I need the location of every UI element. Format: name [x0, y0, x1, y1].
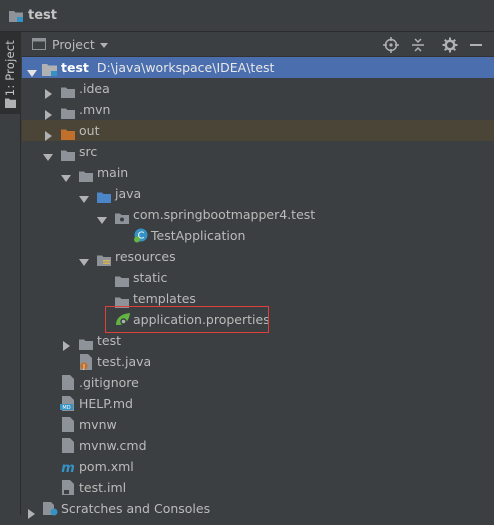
tree-row-mvn[interactable]: .mvn	[22, 99, 494, 120]
hide-icon[interactable]	[469, 39, 483, 54]
tree-label: test D:\java\workspace\IDEA\test	[61, 60, 275, 75]
tree-label: resources	[115, 249, 176, 264]
tree-label: static	[133, 270, 168, 285]
tree-row-static[interactable]: static	[22, 267, 494, 288]
tree-row-mvnw-cmd[interactable]: mvnw.cmd	[22, 435, 494, 456]
tree-label: test.java	[97, 354, 152, 369]
tree-label: out	[79, 123, 100, 138]
tree-row-testapplication[interactable]: C TestApplication	[22, 225, 494, 246]
tree-row-templates[interactable]: templates	[22, 288, 494, 309]
project-tool-tab-label: 1: Project	[3, 40, 17, 97]
tree-label: com.springbootmapper4.test	[133, 207, 316, 222]
tree-label: src	[79, 144, 98, 159]
tree-row-java[interactable]: java	[22, 183, 494, 204]
tree-label: .idea	[79, 81, 110, 96]
tree-label: TestApplication	[151, 228, 246, 243]
tree-label: mvnw.cmd	[79, 438, 147, 453]
tree-label: pom.xml	[79, 459, 134, 474]
svg-text:m: m	[61, 461, 75, 474]
chevron-down-icon[interactable]	[99, 38, 109, 53]
root-path: D:\java\workspace\IDEA\test	[96, 60, 275, 75]
window-title: test	[28, 8, 57, 23]
project-view-icon	[32, 38, 46, 53]
tree-label: .mvn	[79, 102, 111, 117]
tree-row-test-java[interactable]: J test.java	[22, 351, 494, 372]
collapse-all-icon[interactable]	[410, 37, 426, 56]
tree-row-mvnw[interactable]: mvnw	[22, 414, 494, 435]
project-tree: test D:\java\workspace\IDEA\test .idea .m…	[22, 57, 494, 519]
window-title-bar: test	[0, 0, 494, 32]
tool-window-strip: 1: Project	[0, 32, 21, 515]
tree-label: test	[97, 333, 122, 348]
tree-label: .gitignore	[79, 375, 139, 390]
tree-row-scratches[interactable]: Scratches and Consoles	[22, 498, 494, 519]
tree-label: templates	[133, 291, 196, 306]
svg-text:MD: MD	[62, 405, 70, 411]
tree-row-help-md[interactable]: MD HELP.md	[22, 393, 494, 414]
tree-label: test.iml	[79, 480, 127, 495]
tree-row-out[interactable]: out	[22, 120, 494, 141]
tree-row-gitignore[interactable]: .gitignore	[22, 372, 494, 393]
tree-row-test-iml[interactable]: test.iml	[22, 477, 494, 498]
folder-icon	[5, 96, 16, 111]
project-tool-tab[interactable]: 1: Project	[0, 32, 21, 114]
settings-icon[interactable]	[442, 37, 458, 56]
tree-label: mvnw	[79, 417, 117, 432]
tree-row-test-folder[interactable]: test	[22, 330, 494, 351]
tree-row-package[interactable]: com.springbootmapper4.test	[22, 204, 494, 225]
tree-row-main[interactable]: main	[22, 162, 494, 183]
project-panel-header: Project	[22, 33, 494, 57]
tree-label: Scratches and Consoles	[61, 501, 211, 516]
tree-row-pom-xml[interactable]: m pom.xml	[22, 456, 494, 477]
tree-label: application.properties	[133, 312, 270, 327]
tree-label: java	[115, 186, 142, 201]
scratches-icon	[42, 501, 58, 522]
tree-row-application-properties[interactable]: application.properties	[22, 309, 494, 330]
module-folder-icon	[9, 10, 23, 25]
tree-row-idea[interactable]: .idea	[22, 78, 494, 99]
project-view-selector[interactable]: Project	[52, 37, 95, 52]
tree-label: main	[97, 165, 129, 180]
tree-row-src[interactable]: src	[22, 141, 494, 162]
tree-row-resources[interactable]: resources	[22, 246, 494, 267]
locate-icon[interactable]	[383, 37, 399, 56]
svg-text:J: J	[82, 363, 85, 370]
tree-label: HELP.md	[79, 396, 133, 411]
tree-row-root[interactable]: test D:\java\workspace\IDEA\test	[22, 57, 494, 78]
